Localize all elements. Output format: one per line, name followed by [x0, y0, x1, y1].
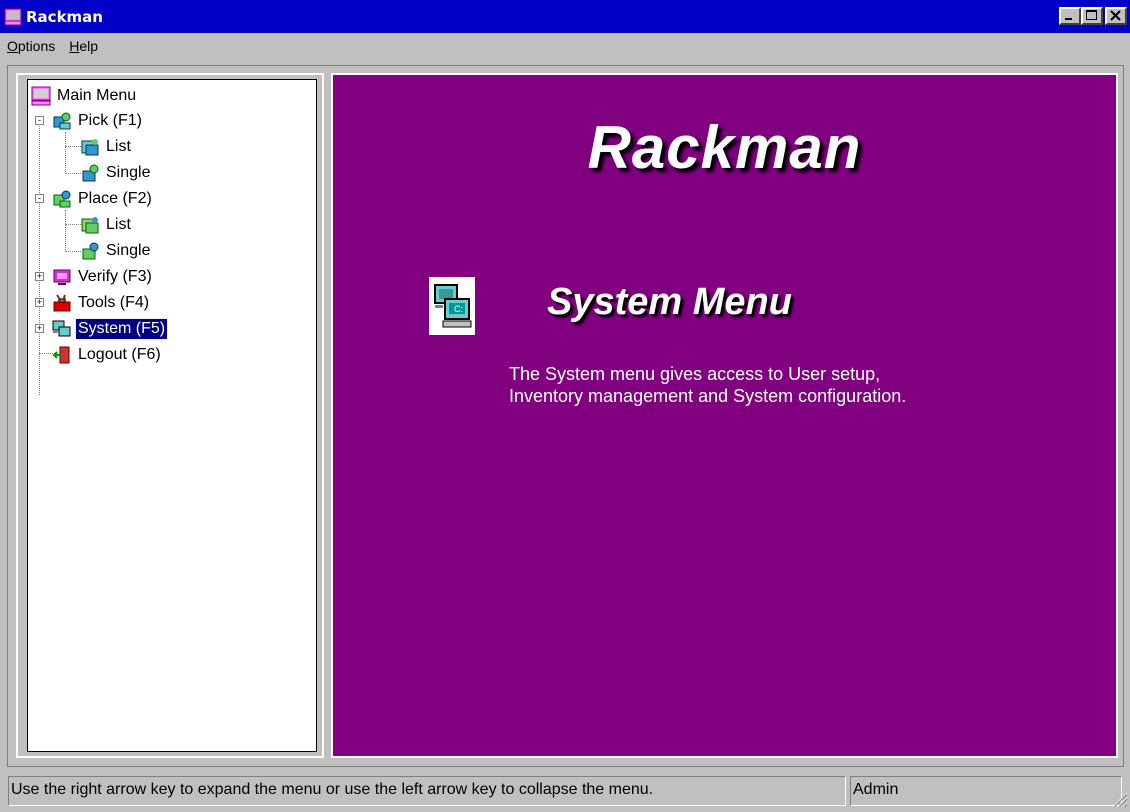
description-line: The System menu gives access to User set…: [509, 364, 881, 384]
list-icon: [80, 215, 100, 235]
svg-text:C:: C:: [454, 304, 463, 314]
status-bar: Use the right arrow key to expand the me…: [0, 774, 1130, 812]
tree-item-label: Single: [106, 242, 151, 259]
system-computer-icon: C:: [429, 277, 475, 335]
tree-item-pick-single[interactable]: Single: [80, 161, 152, 185]
tree-item-label: List: [106, 216, 131, 233]
logout-icon: [52, 345, 72, 365]
tree-line: [65, 224, 81, 226]
pick-icon: [52, 111, 72, 131]
menu-options[interactable]: Options: [0, 38, 62, 54]
tree-item-verify[interactable]: Verify (F3): [52, 265, 154, 289]
tree-item-label: Logout (F6): [78, 346, 161, 363]
section-description: The System menu gives access to User set…: [509, 363, 1069, 407]
tree-item-place-single[interactable]: Single: [80, 239, 152, 263]
tree-line: [65, 251, 81, 253]
menu-help[interactable]: Help: [62, 38, 105, 54]
close-icon: [1110, 10, 1121, 21]
app-title: Rackman: [587, 114, 862, 181]
tree-line: [65, 132, 67, 174]
tree-item-label: Single: [106, 164, 151, 181]
maximize-icon: [1086, 10, 1097, 20]
menu-bar: Options Help: [0, 33, 1130, 59]
place-icon: [52, 189, 72, 209]
tree-item-logout[interactable]: Logout (F6): [52, 343, 163, 367]
app-icon: [4, 8, 22, 26]
content-panel: Rackman C: System Menu The System menu g…: [333, 75, 1116, 756]
menu-help-mnemonic: H: [69, 38, 80, 54]
tree-expander[interactable]: +: [35, 324, 44, 333]
description-line: Inventory management and System configur…: [509, 386, 907, 406]
system-icon: [52, 319, 72, 339]
menu-options-label: ptions: [17, 38, 56, 54]
tree-item-pick-list[interactable]: List: [80, 135, 133, 159]
tree-expander[interactable]: +: [35, 298, 44, 307]
tree-expander[interactable]: -: [35, 116, 44, 125]
tree-expander[interactable]: -: [35, 194, 44, 203]
tree-item-label: Place (F2): [78, 190, 152, 207]
tree-line: [65, 146, 81, 148]
monitor-icon: [31, 86, 51, 106]
tree-item-pick[interactable]: Pick (F1): [52, 109, 144, 133]
maximize-button[interactable]: [1081, 7, 1103, 25]
single-icon: [80, 241, 100, 261]
section-title: System Menu: [547, 281, 792, 323]
resize-grip-icon[interactable]: [1110, 790, 1128, 808]
minimize-button[interactable]: [1059, 7, 1081, 25]
tree-item-label: System (F5): [74, 318, 169, 340]
title-bar[interactable]: Rackman: [0, 0, 1130, 33]
menu-options-mnemonic: O: [7, 38, 18, 54]
close-button[interactable]: [1105, 7, 1127, 25]
window-controls: [1059, 7, 1127, 25]
tree-item-label: Main Menu: [57, 87, 137, 104]
tree-line: [65, 210, 67, 252]
tree-item-label: Pick (F1): [78, 112, 142, 129]
tree-item-place-list[interactable]: List: [80, 213, 133, 237]
status-user: Admin: [850, 776, 1122, 806]
tree-item-place[interactable]: Place (F2): [52, 187, 154, 211]
tree-item-main-menu[interactable]: Main Menu: [31, 84, 138, 108]
tree-item-system[interactable]: System (F5): [52, 317, 169, 341]
tree-item-label: Verify (F3): [78, 268, 152, 285]
tools-icon: [52, 293, 72, 313]
tree-item-label: List: [106, 138, 131, 155]
verify-icon: [52, 267, 72, 287]
list-icon: [80, 137, 100, 157]
tree-item-tools[interactable]: Tools (F4): [52, 291, 151, 315]
tree-expander[interactable]: +: [35, 272, 44, 281]
minimize-icon: [1065, 18, 1072, 20]
tree-item-label: Tools (F4): [78, 294, 150, 311]
menu-tree[interactable]: Main Menu - Pick (F1) List Single - Plac…: [27, 79, 317, 752]
window-title: Rackman: [26, 7, 103, 26]
single-icon: [80, 163, 100, 183]
status-message: Use the right arrow key to expand the me…: [8, 776, 846, 806]
tree-line: [65, 173, 81, 175]
menu-help-label: elp: [79, 38, 99, 54]
